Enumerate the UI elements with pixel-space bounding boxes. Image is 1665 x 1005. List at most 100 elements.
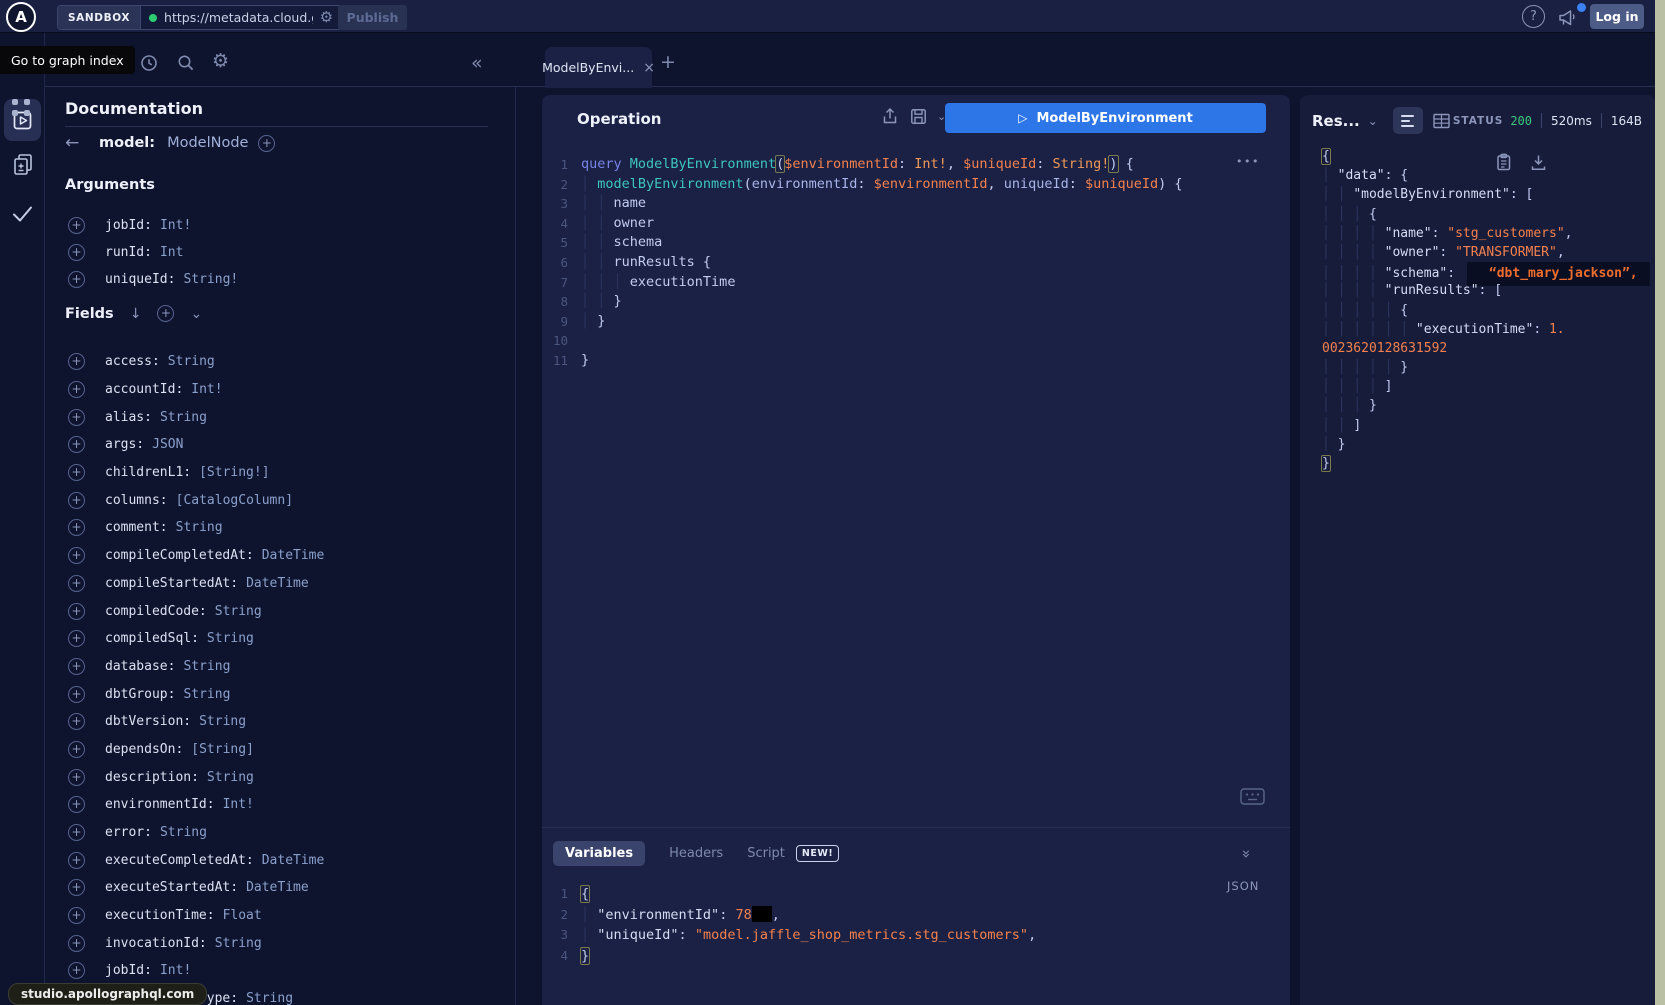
- response-tree-view-button[interactable]: [1393, 107, 1423, 134]
- field-type[interactable]: [String]: [191, 742, 254, 757]
- chevron-down-icon[interactable]: ⌄: [190, 306, 202, 322]
- field-type[interactable]: Int: [160, 245, 183, 260]
- field-type[interactable]: Int!: [160, 218, 191, 233]
- search-icon[interactable]: [176, 53, 196, 73]
- breadcrumb-type[interactable]: ModelNode: [167, 135, 248, 151]
- back-arrow-icon[interactable]: ←: [65, 133, 89, 153]
- field-type[interactable]: Float: [223, 908, 262, 923]
- add-to-query-button[interactable]: +: [68, 464, 85, 481]
- schema-field-item[interactable]: +description:String: [45, 763, 515, 791]
- response-title[interactable]: Res...: [1312, 112, 1360, 130]
- field-type[interactable]: DateTime: [246, 880, 309, 895]
- field-type[interactable]: Int!: [160, 963, 191, 978]
- field-type[interactable]: String: [168, 354, 215, 369]
- field-type[interactable]: DateTime: [262, 548, 325, 563]
- editor-options-menu[interactable]: •••: [1236, 155, 1260, 168]
- schema-field-item[interactable]: +jobId:Int!: [45, 212, 515, 239]
- field-type[interactable]: String: [160, 410, 207, 425]
- field-type[interactable]: [CatalogColumn]: [176, 493, 293, 508]
- field-type[interactable]: String: [207, 631, 254, 646]
- schema-field-item[interactable]: +error:String: [45, 819, 515, 847]
- add-to-query-button[interactable]: +: [68, 741, 85, 758]
- query-editor[interactable]: 1query ModelByEnvironment($environmentId…: [542, 155, 1183, 371]
- schema-field-item[interactable]: +dependsOn:[String]: [45, 736, 515, 764]
- field-type[interactable]: String: [246, 991, 293, 1005]
- add-field-button[interactable]: +: [258, 135, 275, 152]
- field-type[interactable]: String: [215, 604, 262, 619]
- explorer-settings-icon[interactable]: ⚙: [212, 50, 229, 72]
- schema-field-item[interactable]: +dbtGroup:String: [45, 680, 515, 708]
- schema-field-item[interactable]: +comment:String: [45, 514, 515, 542]
- schema-field-item[interactable]: +environmentId:Int!: [45, 791, 515, 819]
- add-to-query-button[interactable]: +: [68, 271, 85, 288]
- graph-index-icon[interactable]: [12, 99, 31, 116]
- field-type[interactable]: Int!: [223, 797, 254, 812]
- field-type[interactable]: String: [183, 687, 230, 702]
- field-type[interactable]: String!: [183, 272, 238, 287]
- response-table-view-icon[interactable]: [1432, 112, 1451, 130]
- schema-field-item[interactable]: +invocationId:String: [45, 929, 515, 957]
- response-dropdown-chevron-icon[interactable]: ⌄: [1368, 114, 1378, 128]
- sidebar-item-checks[interactable]: [10, 201, 35, 226]
- field-type[interactable]: Int!: [191, 382, 222, 397]
- field-type[interactable]: String: [176, 520, 223, 535]
- add-to-query-button[interactable]: +: [68, 852, 85, 869]
- collapse-panel-icon[interactable]: «: [471, 52, 483, 74]
- history-icon[interactable]: [139, 53, 159, 73]
- add-to-query-button[interactable]: +: [68, 547, 85, 564]
- add-to-query-button[interactable]: +: [68, 353, 85, 370]
- operation-tab[interactable]: ModelByEnvi... ×: [545, 47, 652, 88]
- schema-field-item[interactable]: +dbtVersion:String: [45, 708, 515, 736]
- add-to-query-button[interactable]: +: [68, 769, 85, 786]
- response-json[interactable]: {│ "data": {│ │ "modelByEnvironment": [│…: [1322, 147, 1650, 473]
- field-type[interactable]: String: [160, 825, 207, 840]
- field-type[interactable]: DateTime: [262, 853, 325, 868]
- login-button[interactable]: Log in: [1590, 4, 1644, 29]
- add-to-query-button[interactable]: +: [68, 436, 85, 453]
- schema-field-item[interactable]: +accountId:Int!: [45, 376, 515, 404]
- schema-field-item[interactable]: +runId:Int: [45, 239, 515, 266]
- field-type[interactable]: DateTime: [246, 576, 309, 591]
- add-to-query-button[interactable]: +: [68, 381, 85, 398]
- field-type[interactable]: [String!]: [199, 465, 269, 480]
- sort-icon[interactable]: ↓: [130, 306, 142, 322]
- share-icon[interactable]: [880, 106, 900, 126]
- schema-field-item[interactable]: +alias:String: [45, 403, 515, 431]
- add-to-query-button[interactable]: +: [68, 603, 85, 620]
- schema-field-item[interactable]: +executeCompletedAt:DateTime: [45, 846, 515, 874]
- schema-field-item[interactable]: +compiledSql:String: [45, 625, 515, 653]
- add-to-query-button[interactable]: +: [68, 217, 85, 234]
- field-type[interactable]: String: [183, 659, 230, 674]
- collapse-variables-icon[interactable]: »: [1238, 849, 1256, 858]
- schema-field-item[interactable]: +compileCompletedAt:DateTime: [45, 542, 515, 570]
- run-operation-button[interactable]: ▷ ModelByEnvironment: [945, 103, 1266, 133]
- endpoint-url-text[interactable]: https://metadata.cloud.get: [164, 10, 313, 25]
- new-tab-button[interactable]: +: [660, 51, 676, 73]
- schema-field-item[interactable]: +executeStartedAt:DateTime: [45, 874, 515, 902]
- close-tab-icon[interactable]: ×: [643, 60, 655, 76]
- schema-field-item[interactable]: +executionTime:Float: [45, 902, 515, 930]
- add-to-query-button[interactable]: +: [68, 879, 85, 896]
- field-type[interactable]: String: [199, 714, 246, 729]
- schema-field-item[interactable]: +args:JSON: [45, 431, 515, 459]
- endpoint-settings-icon[interactable]: ⚙: [320, 10, 333, 25]
- add-to-query-button[interactable]: +: [68, 630, 85, 647]
- add-to-query-button[interactable]: +: [68, 658, 85, 675]
- add-to-query-button[interactable]: +: [68, 409, 85, 426]
- schema-field-item[interactable]: +jobId:Int!: [45, 957, 515, 985]
- schema-field-item[interactable]: +database:String: [45, 653, 515, 681]
- add-to-query-button[interactable]: +: [68, 824, 85, 841]
- add-to-query-button[interactable]: +: [68, 907, 85, 924]
- add-to-query-button[interactable]: +: [68, 935, 85, 952]
- apollo-logo[interactable]: A: [6, 2, 36, 32]
- schema-field-item[interactable]: +compiledCode:String: [45, 597, 515, 625]
- save-icon[interactable]: [909, 107, 928, 126]
- schema-field-item[interactable]: +childrenL1:[String!]: [45, 459, 515, 487]
- schema-field-item[interactable]: +uniqueId:String!: [45, 266, 515, 293]
- add-to-query-button[interactable]: +: [68, 962, 85, 979]
- add-to-query-button[interactable]: +: [68, 519, 85, 536]
- help-icon[interactable]: ?: [1522, 5, 1545, 28]
- field-type[interactable]: JSON: [152, 437, 183, 452]
- schema-field-item[interactable]: +access:String: [45, 348, 515, 376]
- schema-field-item[interactable]: +compileStartedAt:DateTime: [45, 570, 515, 598]
